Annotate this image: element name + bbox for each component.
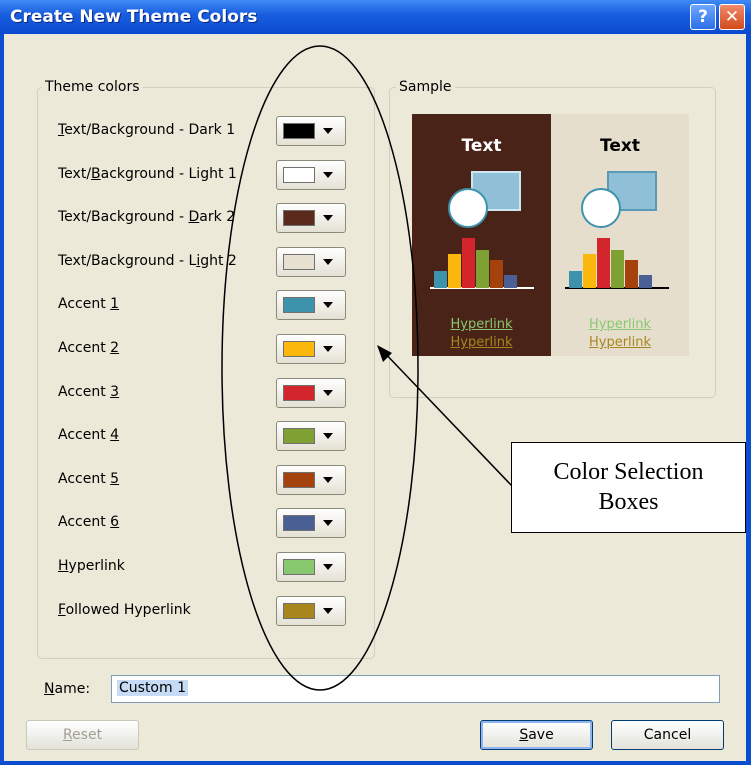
annotation-overlay bbox=[221, 45, 513, 691]
callout-line-2: Boxes bbox=[598, 489, 659, 515]
annotation-arrowhead bbox=[377, 345, 392, 362]
callout-line-1: Color Selection bbox=[553, 459, 704, 485]
annotation-ellipse bbox=[221, 45, 419, 691]
annotation-callout: Color Selection Boxes bbox=[511, 442, 746, 533]
annotation-arrow-line bbox=[379, 347, 513, 487]
